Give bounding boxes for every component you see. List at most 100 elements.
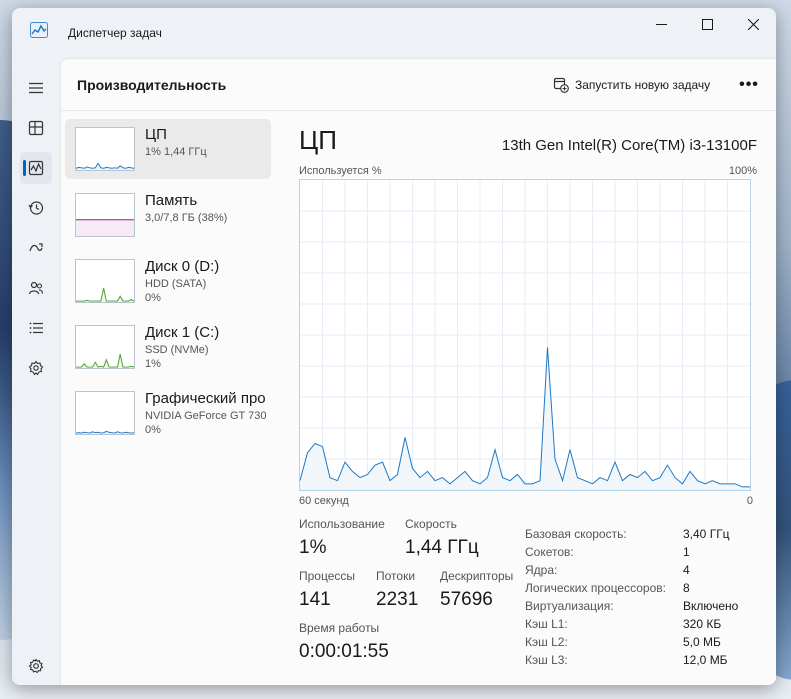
spec-key: Кэш L2: <box>525 635 568 649</box>
spec-key: Сокетов: <box>525 545 574 559</box>
device-item-memory[interactable]: Память 3,0/7,8 ГБ (38%) <box>65 185 271 245</box>
spec-key: Логических процессоров: <box>525 581 666 595</box>
spec-row: Кэш L2: 5,0 МБ <box>525 633 755 651</box>
spec-key: Ядра: <box>525 563 558 577</box>
more-options-icon: ••• <box>739 76 759 93</box>
spec-row: Базовая скорость: 3,40 ГГц <box>525 525 755 543</box>
spec-row: Логических процессоров: 8 <box>525 579 755 597</box>
device-item-disk-1[interactable]: Диск 1 (C:) SSD (NVMe) 1% <box>65 317 271 377</box>
maximize-button[interactable] <box>684 8 730 40</box>
run-task-icon <box>553 77 569 93</box>
thumbnail-line <box>76 162 134 169</box>
disk1-thumbnail-graph <box>75 325 135 369</box>
services-icon <box>28 360 44 376</box>
cpu-usage-chart-svg <box>300 180 750 490</box>
page-title: Производительность <box>77 77 227 93</box>
details-icon <box>29 322 43 334</box>
run-new-task-button[interactable]: Запустить новую задачу <box>549 73 714 97</box>
disk0-thumbnail-graph <box>75 259 135 303</box>
run-new-task-label: Запустить новую задачу <box>575 78 711 92</box>
nav-services[interactable] <box>20 352 52 384</box>
performance-icon <box>28 160 44 176</box>
nav-app-history[interactable] <box>20 192 52 224</box>
memory-thumbnail-graph <box>75 193 135 237</box>
cpu-title: ЦП <box>299 125 337 155</box>
usage-value: 1% <box>299 537 327 558</box>
active-nav-indicator <box>23 160 26 176</box>
speed-label: Скорость <box>405 517 457 531</box>
chart-grid <box>300 180 750 490</box>
nav-settings[interactable] <box>20 650 52 682</box>
device-detail: 3,0/7,8 ГБ (38%) <box>145 212 228 224</box>
nav-processes[interactable] <box>20 112 52 144</box>
window-title: Диспетчер задач <box>68 26 162 40</box>
thumbnail-area <box>76 354 134 368</box>
device-detail: NVIDIA GeForce GT 730 <box>145 410 267 422</box>
chart-y-max-label: 100% <box>728 165 757 177</box>
usage-label: Использование <box>299 517 385 531</box>
uptime-value: 0:00:01:55 <box>299 641 389 662</box>
nav-performance[interactable] <box>20 152 52 184</box>
device-name: Графический про <box>145 390 266 407</box>
spec-value: 320 КБ <box>683 617 722 631</box>
spec-key: Базовая скорость: <box>525 527 627 541</box>
device-detail: SSD (NVMe) <box>145 344 209 356</box>
spec-value: 8 <box>683 581 690 595</box>
spec-value: 5,0 МБ <box>683 635 721 649</box>
task-manager-app-icon <box>30 22 48 38</box>
threads-label: Потоки <box>376 569 416 583</box>
startup-icon <box>29 243 43 252</box>
device-item-cpu[interactable]: ЦП 1% 1,44 ГГц <box>65 119 271 179</box>
hamburger-menu-icon <box>29 82 43 94</box>
spec-key: Кэш L1: <box>525 617 568 631</box>
device-detail: 1% 1,44 ГГц <box>145 146 207 158</box>
minimize-button[interactable] <box>638 8 684 40</box>
minimize-icon <box>655 23 667 25</box>
device-name: Память <box>145 192 198 209</box>
users-icon <box>28 281 44 295</box>
titlebar: Диспетчер задач <box>12 8 776 56</box>
uptime-label: Время работы <box>299 621 380 635</box>
handles-value: 57696 <box>440 589 493 610</box>
processes-icon <box>28 120 44 136</box>
nav-details[interactable] <box>20 312 52 344</box>
nav-users[interactable] <box>20 272 52 304</box>
cpu-thumbnail-graph <box>75 127 135 171</box>
spec-value: 4 <box>683 563 690 577</box>
spec-key: Виртуализация: <box>525 599 614 613</box>
thumbnail-area <box>76 163 134 170</box>
chart-x-left-label: 60 секунд <box>299 495 349 507</box>
task-manager-window: Диспетчер задач Производительность Запус… <box>12 8 776 685</box>
spec-key: Кэш L3: <box>525 653 568 667</box>
app-history-icon <box>28 201 44 215</box>
processes-label: Процессы <box>299 569 356 583</box>
device-name: Диск 1 (C:) <box>145 324 220 341</box>
chart-y-label: Используется % <box>299 165 382 177</box>
spec-value: Включено <box>683 599 739 613</box>
close-icon <box>747 18 759 30</box>
device-name: Диск 0 (D:) <box>145 258 220 275</box>
spec-row: Кэш L3: 12,0 МБ <box>525 651 755 669</box>
nav-startup-apps[interactable] <box>20 232 52 264</box>
cpu-model-name: 13th Gen Intel(R) Core(TM) i3-13100F <box>501 137 757 154</box>
spec-row: Сокетов: 1 <box>525 543 755 561</box>
processes-value: 141 <box>299 589 331 610</box>
device-item-disk-0[interactable]: Диск 0 (D:) HDD (SATA) 0% <box>65 251 271 311</box>
thumbnail-area <box>76 219 134 236</box>
close-button[interactable] <box>730 8 776 40</box>
device-detail: HDD (SATA) <box>145 278 207 290</box>
left-navigation <box>12 56 60 685</box>
spec-row: Ядра: 4 <box>525 561 755 579</box>
more-options-button[interactable]: ••• <box>733 73 765 97</box>
device-name: ЦП <box>145 126 167 143</box>
device-item-gpu[interactable]: Графический про NVIDIA GeForce GT 730 0% <box>65 383 271 443</box>
nav-menu-button[interactable] <box>20 72 52 104</box>
spec-value: 12,0 МБ <box>683 653 728 667</box>
cpu-spec-table: Базовая скорость: 3,40 ГГц Сокетов: 1 Ядра… <box>525 525 755 669</box>
gpu-thumbnail-graph <box>75 391 135 435</box>
maximize-icon <box>701 18 713 30</box>
spec-row: Кэш L1: 320 КБ <box>525 615 755 633</box>
settings-icon <box>28 658 44 674</box>
device-usage: 0% <box>145 292 161 304</box>
spec-row: Виртуализация: Включено <box>525 597 755 615</box>
